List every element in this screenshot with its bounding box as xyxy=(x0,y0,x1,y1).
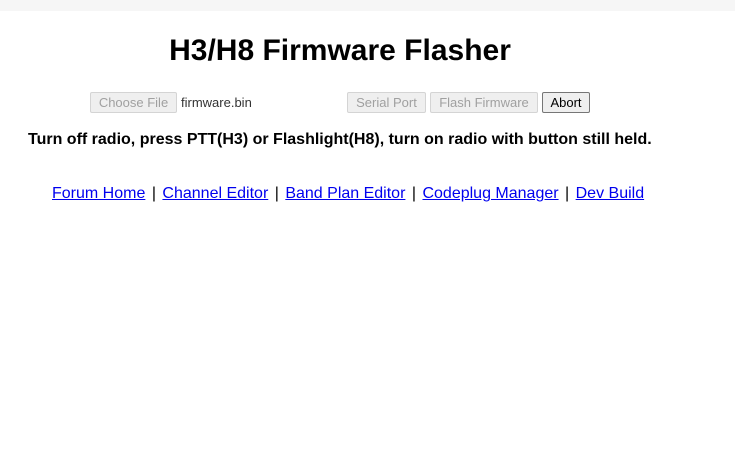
flash-instructions: Turn off radio, press PTT(H3) or Flashli… xyxy=(28,131,652,148)
link-separator: | xyxy=(565,185,570,202)
link-separator: | xyxy=(274,185,279,202)
browser-top-strip xyxy=(0,0,735,11)
footer-nav-links: Forum Home | Channel Editor | Band Plan … xyxy=(52,184,644,203)
choose-file-button[interactable]: Choose File xyxy=(90,92,177,113)
link-separator: | xyxy=(151,185,156,202)
link-separator: | xyxy=(411,185,417,202)
flasher-controls: Choose File firmware.bin Serial Port Fla… xyxy=(0,92,735,114)
link-channel-editor[interactable]: Channel Editor xyxy=(162,185,268,202)
flash-firmware-button[interactable]: Flash Firmware xyxy=(430,92,538,113)
link-forum-home[interactable]: Forum Home xyxy=(52,185,145,202)
serial-port-button[interactable]: Serial Port xyxy=(347,92,426,113)
selected-file-name: firmware.bin xyxy=(181,95,252,110)
page-title: H3/H8 Firmware Flasher xyxy=(169,34,511,67)
link-dev-build[interactable]: Dev Build xyxy=(576,185,644,202)
link-codeplug-manager[interactable]: Codeplug Manager xyxy=(422,185,558,202)
link-band-plan-editor[interactable]: Band Plan Editor xyxy=(285,185,405,202)
abort-button[interactable]: Abort xyxy=(542,92,590,113)
